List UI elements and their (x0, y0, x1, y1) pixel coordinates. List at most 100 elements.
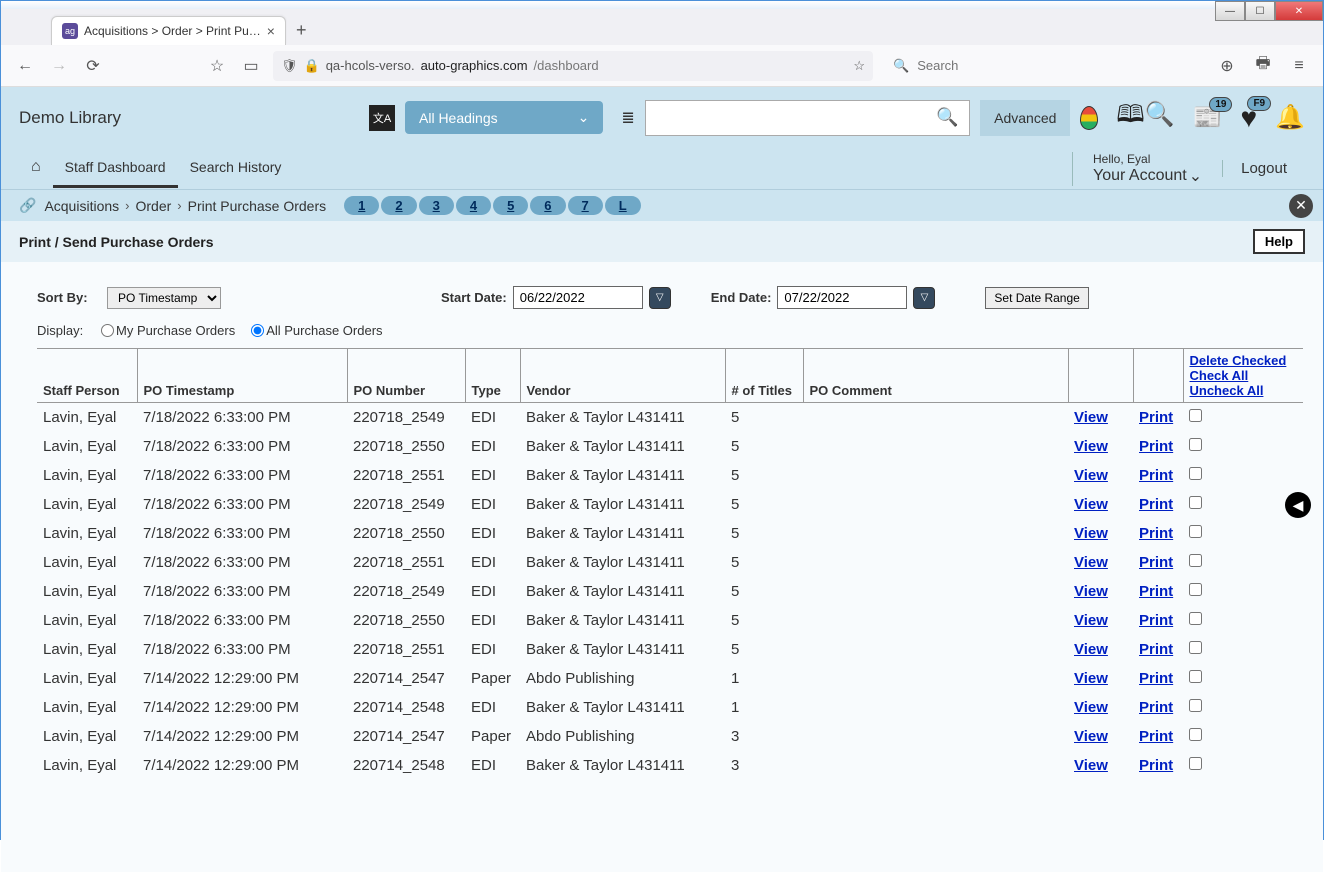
row-checkbox[interactable] (1189, 757, 1202, 770)
bookmark-star-icon[interactable]: ☆ (205, 54, 229, 78)
row-checkbox[interactable] (1189, 496, 1202, 509)
row-checkbox[interactable] (1189, 409, 1202, 422)
view-link[interactable]: View (1074, 554, 1108, 571)
view-link[interactable]: View (1074, 525, 1108, 542)
page-pill-7[interactable]: 7 (568, 196, 603, 215)
print-link[interactable]: Print (1139, 757, 1173, 774)
row-checkbox[interactable] (1189, 728, 1202, 741)
nav-staff-dashboard[interactable]: Staff Dashboard (53, 149, 178, 188)
main-search-button[interactable]: 🔍 (926, 100, 970, 136)
all-po-radio[interactable] (251, 324, 264, 337)
balloon-icon[interactable] (1080, 106, 1098, 130)
print-icon[interactable]: 🖶 (1251, 54, 1275, 78)
page-pill-3[interactable]: 3 (419, 196, 454, 215)
view-link[interactable]: View (1074, 612, 1108, 629)
print-link[interactable]: Print (1139, 438, 1173, 455)
row-checkbox[interactable] (1189, 467, 1202, 480)
window-close-button[interactable]: ✕ (1275, 1, 1323, 21)
logout-link[interactable]: Logout (1222, 160, 1305, 177)
window-maximize-button[interactable]: ☐ (1245, 1, 1275, 21)
row-checkbox[interactable] (1189, 525, 1202, 538)
translate-icon[interactable]: 文A (369, 105, 395, 131)
main-search-input[interactable] (645, 100, 926, 136)
print-link[interactable]: Print (1139, 583, 1173, 600)
print-link[interactable]: Print (1139, 525, 1173, 542)
tab-close-icon[interactable]: × (267, 23, 275, 39)
browser-search-box[interactable]: 🔍 (883, 58, 1205, 74)
start-date-input[interactable] (513, 286, 643, 309)
print-link[interactable]: Print (1139, 496, 1173, 513)
print-link[interactable]: Print (1139, 612, 1173, 629)
view-link[interactable]: View (1074, 583, 1108, 600)
breadcrumb-acquisitions[interactable]: Acquisitions (44, 198, 119, 214)
row-checkbox[interactable] (1189, 554, 1202, 567)
page-pill-L[interactable]: L (605, 196, 641, 215)
nav-home[interactable]: ⌂ (19, 148, 53, 189)
view-link[interactable]: View (1074, 409, 1108, 426)
print-link[interactable]: Print (1139, 728, 1173, 745)
print-link[interactable]: Print (1139, 699, 1173, 716)
print-link[interactable]: Print (1139, 409, 1173, 426)
page-star-icon[interactable]: ☆ (853, 58, 865, 74)
list-icon[interactable]: 📰19 (1193, 103, 1223, 132)
row-checkbox[interactable] (1189, 438, 1202, 451)
row-checkbox[interactable] (1189, 699, 1202, 712)
window-minimize-button[interactable]: — (1215, 1, 1245, 21)
check-all-link[interactable]: Check All (1190, 368, 1298, 383)
breadcrumb-print-po[interactable]: Print Purchase Orders (188, 198, 327, 214)
notifications-icon[interactable]: 🔔 (1275, 103, 1305, 132)
close-panel-button[interactable]: ✕ (1289, 194, 1313, 218)
delete-checked-link[interactable]: Delete Checked (1190, 353, 1298, 368)
advanced-search-button[interactable]: Advanced (980, 100, 1070, 136)
end-date-input[interactable] (777, 286, 907, 309)
account-dropdown[interactable]: Hello, Eyal Your Account⌄ (1072, 152, 1222, 186)
browser-search-input[interactable] (917, 58, 1195, 73)
end-date-picker-button[interactable]: ▽ (913, 287, 935, 309)
browser-tab[interactable]: ag Acquisitions > Order > Print Pu… × (51, 16, 286, 45)
breadcrumb-order[interactable]: Order (135, 198, 171, 214)
view-link[interactable]: View (1074, 467, 1108, 484)
side-panel-toggle[interactable]: ◀ (1285, 492, 1311, 518)
forward-button[interactable]: → (47, 54, 71, 78)
page-pill-4[interactable]: 4 (456, 196, 491, 215)
view-link[interactable]: View (1074, 757, 1108, 774)
uncheck-all-link[interactable]: Uncheck All (1190, 383, 1298, 398)
reload-button[interactable]: ⟳ (81, 54, 105, 78)
view-link[interactable]: View (1074, 438, 1108, 455)
nav-search-history[interactable]: Search History (178, 149, 294, 188)
my-po-radio-label[interactable]: My Purchase Orders (101, 323, 235, 338)
row-checkbox[interactable] (1189, 583, 1202, 596)
view-link[interactable]: View (1074, 699, 1108, 716)
favorites-icon[interactable]: ♥F9 (1240, 102, 1257, 134)
row-checkbox[interactable] (1189, 670, 1202, 683)
bookmarks-icon[interactable]: ▭ (239, 54, 263, 78)
pocket-icon[interactable]: ⊕ (1215, 54, 1239, 78)
view-link[interactable]: View (1074, 641, 1108, 658)
url-bar[interactable]: 🛡 🔒 qa-hcols-verso.auto-graphics.com/das… (273, 51, 873, 81)
help-button[interactable]: Help (1253, 229, 1305, 254)
print-link[interactable]: Print (1139, 554, 1173, 571)
sort-by-select[interactable]: PO Timestamp (107, 287, 221, 309)
menu-icon[interactable]: ≡ (1287, 54, 1311, 78)
view-link[interactable]: View (1074, 670, 1108, 687)
page-pill-1[interactable]: 1 (344, 196, 379, 215)
page-pill-2[interactable]: 2 (381, 196, 416, 215)
row-checkbox[interactable] (1189, 641, 1202, 654)
page-pill-5[interactable]: 5 (493, 196, 528, 215)
row-checkbox[interactable] (1189, 612, 1202, 625)
view-link[interactable]: View (1074, 728, 1108, 745)
print-link[interactable]: Print (1139, 641, 1173, 658)
database-icon[interactable]: ≣ (621, 108, 634, 128)
view-link[interactable]: View (1074, 496, 1108, 513)
back-button[interactable]: ← (13, 54, 37, 78)
my-po-radio[interactable] (101, 324, 114, 337)
set-date-range-button[interactable]: Set Date Range (985, 287, 1088, 309)
all-po-radio-label[interactable]: All Purchase Orders (251, 323, 382, 338)
headings-dropdown[interactable]: All Headings ⌄ (405, 101, 603, 134)
page-pill-6[interactable]: 6 (530, 196, 565, 215)
start-date-picker-button[interactable]: ▽ (649, 287, 671, 309)
new-tab-button[interactable]: + (286, 16, 317, 45)
staff-view-icon[interactable]: 🕮🔍 (1116, 97, 1174, 138)
print-link[interactable]: Print (1139, 670, 1173, 687)
print-link[interactable]: Print (1139, 467, 1173, 484)
